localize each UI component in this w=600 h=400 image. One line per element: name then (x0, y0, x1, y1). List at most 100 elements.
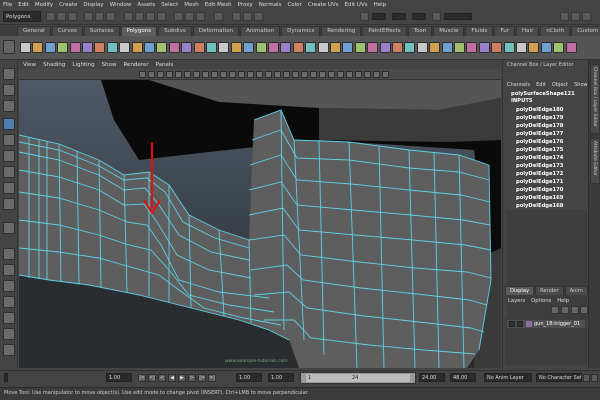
smooth-shade-icon[interactable] (265, 71, 272, 78)
grid-icon[interactable] (193, 71, 200, 78)
lasso-tool-icon[interactable] (3, 84, 15, 96)
universal-manipulator-icon[interactable] (3, 166, 15, 178)
history-node[interactable]: polyDelEdge172 (516, 170, 563, 178)
numeric-input-x[interactable] (372, 13, 386, 20)
layer-tab-anim[interactable]: Anim (564, 286, 588, 295)
select-hierarchy-icon[interactable] (84, 12, 93, 21)
menu-modify[interactable]: Modify (35, 2, 53, 8)
cleanup-icon[interactable] (268, 42, 279, 53)
step-forward-key-button[interactable]: |> (198, 374, 206, 382)
separate-icon[interactable] (181, 42, 193, 53)
use-all-lights-icon[interactable] (301, 71, 308, 78)
poly-sphere-icon[interactable] (20, 42, 31, 53)
step-back-frame-button[interactable]: < (158, 374, 166, 382)
layout-side-by-side-icon[interactable] (3, 280, 15, 292)
poly-cone-icon[interactable] (57, 42, 69, 53)
construction-history-icon[interactable] (214, 12, 223, 21)
shelf-menu-icon[interactable] (3, 40, 15, 54)
layer-menu-options[interactable]: Options (531, 298, 551, 304)
isolate-select-icon[interactable] (355, 71, 362, 78)
make-hole-icon[interactable] (317, 42, 329, 53)
append-polygon-icon[interactable] (354, 42, 366, 53)
x-ray-active-components-icon[interactable] (382, 71, 389, 78)
shelf-tab-curves[interactable]: Curves (51, 26, 83, 36)
poly-soccer-ball-icon[interactable] (144, 42, 155, 53)
x-ray-joints-icon[interactable] (373, 71, 380, 78)
history-node[interactable]: polyDelEdge170 (516, 186, 563, 194)
resolution-gate-icon[interactable] (211, 71, 218, 78)
shelf-tab-general[interactable]: General (17, 26, 51, 36)
booleans-difference-icon[interactable] (218, 42, 230, 53)
use-default-material-icon[interactable] (274, 71, 281, 78)
depth-of-field-icon[interactable] (346, 71, 353, 78)
layer-name[interactable]: gun_1B:trigger_01 (534, 320, 580, 328)
history-node[interactable]: polyDelEdge178 (516, 122, 563, 130)
bevel-icon[interactable] (404, 42, 416, 53)
shelf-tab-ncloth[interactable]: nCloth (540, 26, 571, 36)
channel-box-menu-edit[interactable]: Edit (536, 82, 546, 88)
x-ray-icon[interactable] (364, 71, 371, 78)
menu-assets[interactable]: Assets (137, 2, 155, 8)
perspective-viewport[interactable] (19, 80, 501, 368)
chamfer-icon[interactable] (503, 42, 515, 53)
screen-space-ao-icon[interactable] (319, 71, 326, 78)
shelf-tab-subdivs[interactable]: Subdivs (158, 26, 192, 36)
layer-menu-layers[interactable]: Layers (508, 298, 525, 304)
select-edge-icon[interactable] (146, 12, 155, 21)
layer-visibility-toggle[interactable] (509, 321, 515, 327)
cylindrical-map-icon[interactable] (540, 42, 552, 53)
duplicate-face-icon[interactable] (466, 42, 478, 53)
2d-pan-zoom-icon[interactable] (175, 71, 182, 78)
select-camera-icon[interactable] (139, 71, 146, 78)
ipr-render-icon[interactable] (243, 12, 252, 21)
auto-key-icon[interactable] (583, 374, 590, 382)
select-component-icon[interactable] (106, 12, 115, 21)
menu-window[interactable]: Window (110, 2, 132, 8)
field-chart-icon[interactable] (229, 71, 236, 78)
shelf-tab-surfaces[interactable]: Surfaces (83, 26, 120, 36)
save-scene-icon[interactable] (68, 12, 77, 21)
select-mask-icon[interactable] (124, 12, 133, 21)
history-node[interactable]: polyDelEdge169 (516, 194, 563, 202)
shelf-tab-fur[interactable]: Fur (494, 26, 516, 36)
split-polygon-icon[interactable] (367, 42, 379, 53)
menu-edit-uvs[interactable]: Edit UVs (345, 2, 368, 8)
merge-icon[interactable] (416, 42, 428, 53)
layer-tab-render[interactable]: Render (535, 286, 564, 295)
spherical-map-icon[interactable] (553, 42, 565, 53)
render-settings-icon[interactable] (254, 12, 263, 21)
move-layer-up-icon[interactable] (551, 306, 559, 314)
uv-editor-icon[interactable] (516, 42, 527, 53)
new-empty-layer-icon[interactable] (571, 306, 579, 314)
gate-mask-icon[interactable] (220, 71, 227, 78)
toggle-channel-box-icon[interactable] (582, 12, 591, 21)
safe-title-icon[interactable] (247, 71, 254, 78)
range-slider-handle[interactable]: 1 24 (306, 374, 410, 382)
select-face-icon[interactable] (157, 12, 166, 21)
history-node[interactable]: polyDelEdge173 (516, 162, 563, 170)
poly-helix-icon[interactable] (131, 42, 143, 53)
shelf-tab-animation[interactable]: Animation (240, 26, 281, 36)
shelf-tab-hair[interactable]: Hair (516, 26, 540, 36)
camera-attributes-icon[interactable] (148, 71, 155, 78)
wedge-icon[interactable] (491, 42, 503, 53)
delete-edge-icon[interactable] (454, 42, 465, 53)
shelf-tab-muscle[interactable]: Muscle (433, 26, 465, 36)
channel-box-menu-object[interactable]: Object (552, 82, 568, 88)
paint-select-tool-icon[interactable] (3, 100, 15, 112)
layer-menu-help[interactable]: Help (557, 298, 569, 304)
shelf-tab-rendering[interactable]: Rendering (321, 26, 362, 36)
channel-box-menu-channels[interactable]: Channels (507, 82, 530, 88)
viewport-menu-panels[interactable]: Panels (156, 62, 174, 68)
fill-hole-icon[interactable] (305, 42, 317, 53)
quick-rename-icon[interactable] (432, 12, 441, 21)
layout-graph-editor-icon[interactable] (3, 312, 15, 324)
poly-pipe-icon[interactable] (119, 42, 131, 53)
viewport-menu-renderer[interactable]: Renderer (123, 62, 148, 68)
layer-display-type-toggle[interactable] (517, 321, 523, 327)
go-to-start-button[interactable]: |< (138, 374, 146, 382)
history-node[interactable]: polyDelEdge177 (516, 130, 563, 138)
shelf-tab-custom[interactable]: Custom (571, 26, 600, 36)
poly-pyramid-icon[interactable] (106, 42, 118, 53)
menu-display[interactable]: Display (83, 2, 103, 8)
